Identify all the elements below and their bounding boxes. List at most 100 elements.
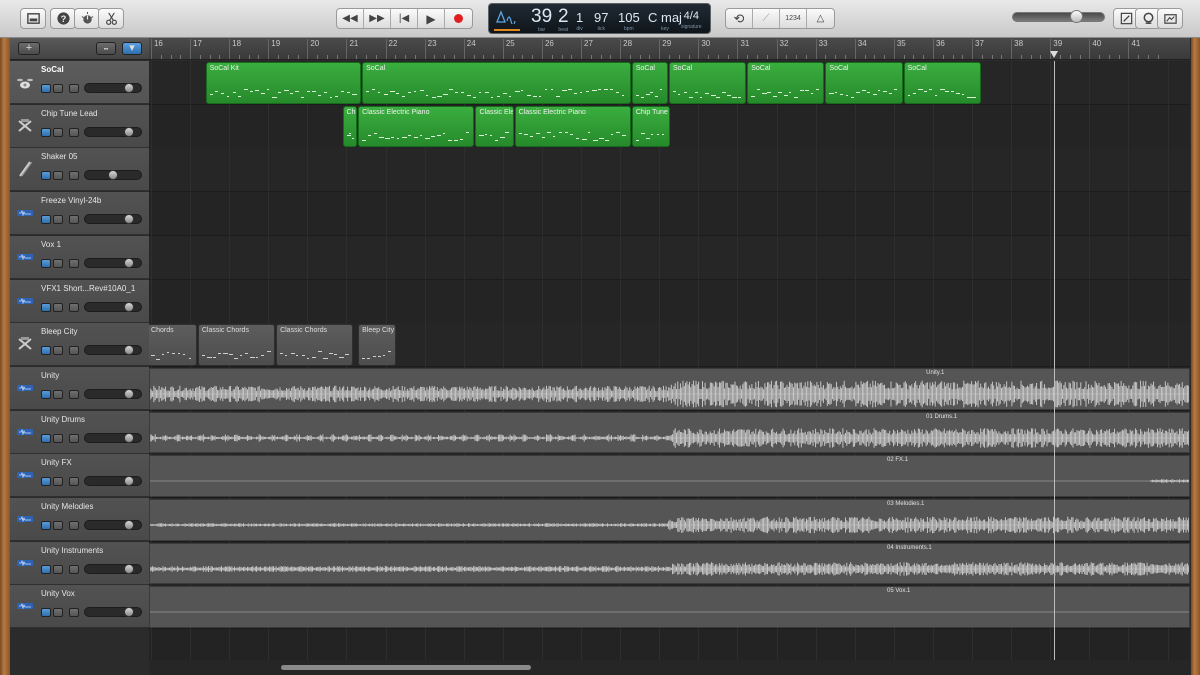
track-header[interactable]: SoCal xyxy=(10,61,149,104)
midi-region[interactable]: SoCal Kit xyxy=(205,62,362,104)
tuner-button[interactable]: ⟋ xyxy=(753,9,780,28)
track-lane[interactable] xyxy=(149,148,1190,193)
mute-button[interactable] xyxy=(41,521,51,530)
track-name[interactable]: Bleep City xyxy=(41,327,149,336)
track-volume-slider[interactable] xyxy=(84,301,142,312)
play-button[interactable]: ▶ xyxy=(418,9,445,28)
track-volume-knob[interactable] xyxy=(124,607,134,618)
track-header[interactable]: Shaker 05 xyxy=(10,148,149,192)
midi-region[interactable]: Chords xyxy=(149,324,197,366)
library-button[interactable] xyxy=(20,8,46,29)
track-volume-slider[interactable] xyxy=(84,563,142,574)
record-enable-button[interactable] xyxy=(69,302,79,312)
headphones-solo-button[interactable] xyxy=(53,521,63,530)
track-volume-slider[interactable] xyxy=(84,214,142,225)
track-volume-knob[interactable] xyxy=(124,432,134,443)
master-volume-slider[interactable] xyxy=(1012,10,1105,23)
headphones-solo-button[interactable] xyxy=(53,127,63,137)
track-volume-slider[interactable] xyxy=(84,476,142,487)
record-enable-button[interactable] xyxy=(69,433,79,443)
headphones-solo-button[interactable] xyxy=(53,608,63,618)
audio-region[interactable]: 04 Instruments.1 xyxy=(149,542,1190,585)
mute-button[interactable] xyxy=(41,608,51,618)
headphones-solo-button[interactable] xyxy=(53,84,63,93)
track-header[interactable]: VFX1 Short...Rev#10A0_1 xyxy=(10,279,149,323)
track-volume-slider[interactable] xyxy=(84,257,142,268)
track-volume-slider[interactable] xyxy=(84,126,142,137)
track-volume-knob[interactable] xyxy=(124,388,134,399)
track-volume-knob[interactable] xyxy=(124,520,134,530)
media-browser-button[interactable] xyxy=(1157,8,1183,29)
track-header[interactable]: Unity Vox xyxy=(10,585,149,629)
track-name[interactable]: Chip Tune Lead xyxy=(41,109,149,118)
track-lane[interactable] xyxy=(149,279,1190,324)
record-enable-button[interactable] xyxy=(69,346,79,356)
track-header[interactable]: Unity xyxy=(10,366,149,410)
smart-controls-toggle[interactable]: ⬝⬝ xyxy=(96,42,116,55)
track-volume-slider[interactable] xyxy=(84,432,142,443)
midi-region[interactable]: SoCal xyxy=(825,62,903,104)
audio-region[interactable]: Unity.1 xyxy=(149,367,1190,410)
track-volume-slider[interactable] xyxy=(84,520,142,530)
track-lane[interactable] xyxy=(149,235,1190,280)
midi-region[interactable]: Classic Chords xyxy=(197,324,276,366)
record-enable-button[interactable] xyxy=(69,521,79,530)
mute-button[interactable] xyxy=(41,258,51,268)
midi-region[interactable]: SoCal xyxy=(669,62,747,104)
track-volume-slider[interactable] xyxy=(84,388,142,399)
lcd-tempo[interactable]: 105 bpm xyxy=(618,10,640,32)
horizontal-scrollbar[interactable] xyxy=(149,660,1190,675)
track-header[interactable]: Freeze Vinyl-24b xyxy=(10,192,149,236)
track-volume-knob[interactable] xyxy=(108,170,118,181)
audio-region[interactable]: 02 FX.1 xyxy=(149,455,1190,497)
headphones-solo-button[interactable] xyxy=(53,389,63,399)
track-lane[interactable] xyxy=(149,192,1190,237)
track-name[interactable]: Vox 1 xyxy=(41,240,149,249)
track-name[interactable]: VFX1 Short...Rev#10A0_1 xyxy=(41,284,149,293)
record-enable-button[interactable] xyxy=(69,477,79,487)
record-enable-button[interactable] xyxy=(69,258,79,268)
smart-controls-button[interactable] xyxy=(74,8,100,29)
track-name[interactable]: Unity Vox xyxy=(41,589,149,598)
rewind-button[interactable]: ◀◀ xyxy=(337,9,364,28)
record-enable-button[interactable] xyxy=(69,389,79,399)
track-volume-knob[interactable] xyxy=(124,476,134,487)
midi-region[interactable]: Classic Chords xyxy=(276,324,354,366)
mute-button[interactable] xyxy=(41,433,51,443)
track-name[interactable]: Unity Instruments xyxy=(41,546,149,555)
fast-forward-button[interactable]: ▶▶ xyxy=(364,9,391,28)
add-track-button[interactable]: + xyxy=(18,42,40,55)
audio-region[interactable]: 01 Drums.1 xyxy=(149,411,1190,454)
mute-button[interactable] xyxy=(41,127,51,137)
lcd-key[interactable]: C maj key xyxy=(648,10,682,32)
cycle-button[interactable]: ⟲ xyxy=(726,9,753,28)
filter-button[interactable]: ▾ xyxy=(122,42,142,55)
master-volume-knob[interactable] xyxy=(1070,10,1083,23)
timeline-ruler[interactable]: 16 17 18 19 20 21 22 23 24 25 26 27 28 29 30 31 32 33 34 35… xyxy=(149,38,1190,60)
midi-region[interactable]: SoCal xyxy=(903,62,981,104)
record-enable-button[interactable] xyxy=(69,608,79,618)
mute-button[interactable] xyxy=(41,302,51,312)
midi-region[interactable]: SoCal xyxy=(362,62,631,104)
headphones-solo-button[interactable] xyxy=(53,258,63,268)
track-header[interactable]: Unity FX xyxy=(10,454,149,498)
record-enable-button[interactable] xyxy=(69,84,79,93)
mute-button[interactable] xyxy=(41,84,51,93)
audio-region[interactable]: 05 Vox.1 xyxy=(149,586,1190,629)
track-name[interactable]: SoCal xyxy=(41,65,149,74)
midi-region[interactable]: Classic Electric Piano xyxy=(358,105,475,148)
lcd-display[interactable]: 39 bar 2 beat 1 div 97 tick 105 bpm C ma… xyxy=(488,3,711,34)
headphones-solo-button[interactable] xyxy=(53,215,63,225)
record-button[interactable] xyxy=(445,9,472,28)
track-volume-knob[interactable] xyxy=(124,214,134,225)
track-header[interactable]: Unity Melodies xyxy=(10,498,149,541)
track-volume-slider[interactable] xyxy=(84,345,142,356)
headphones-solo-button[interactable] xyxy=(53,171,63,181)
record-enable-button[interactable] xyxy=(69,171,79,181)
editors-button[interactable] xyxy=(98,8,124,29)
headphones-solo-button[interactable] xyxy=(53,477,63,487)
mute-button[interactable] xyxy=(41,171,51,181)
lcd-signature[interactable]: 4/4 signature xyxy=(681,8,702,30)
track-volume-knob[interactable] xyxy=(124,257,134,268)
mute-button[interactable] xyxy=(41,564,51,574)
